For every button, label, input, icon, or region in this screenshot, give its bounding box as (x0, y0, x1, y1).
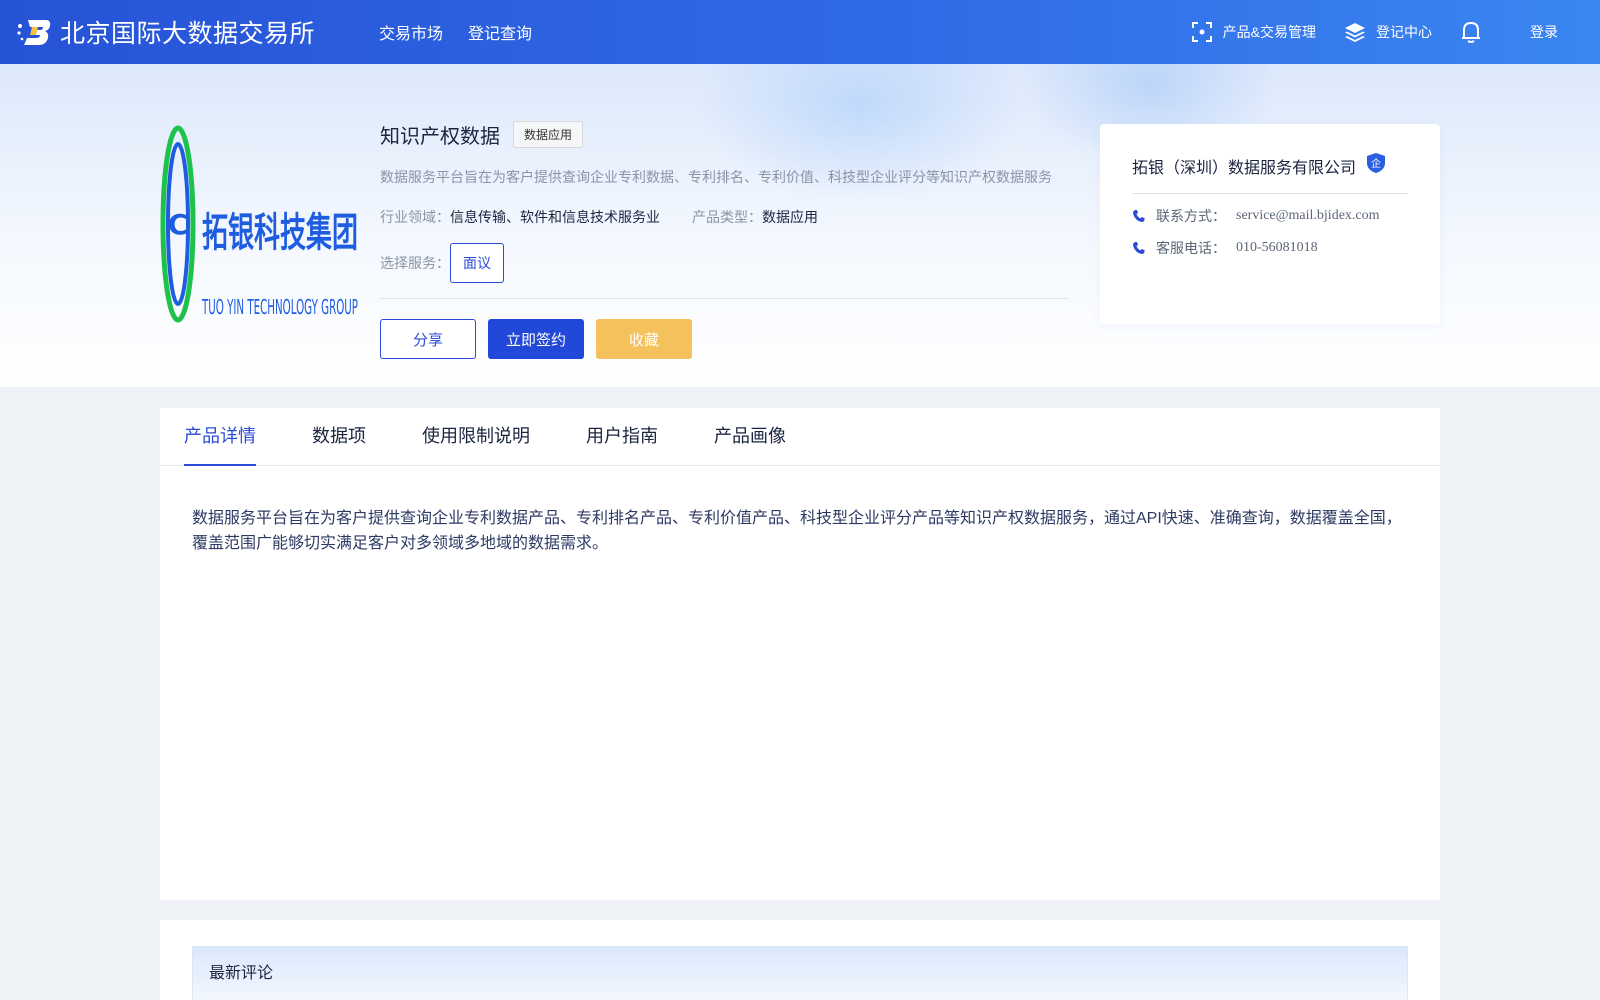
contact-label: 联系方式： (1156, 208, 1226, 224)
company-card: 拓银（深圳）数据服务有限公司 企 联系方式： service@mail.bjid… (1100, 124, 1440, 324)
product-meta: 行业领域： 信息传输、软件和信息技术服务业 产品类型： 数据应用 (380, 207, 1068, 227)
register-center-label: 登记中心 (1376, 24, 1432, 40)
type-value: 数据应用 (762, 209, 818, 225)
product-tag: 数据应用 (513, 121, 584, 148)
product-description: 数据服务平台旨在为客户提供查询企业专利数据、专利排名、专利价值、科技型企业评分等… (380, 169, 1052, 185)
svg-text:C: C (168, 208, 189, 241)
industry-label: 行业领域： (380, 209, 450, 225)
service-select: 选择服务： 面议 (380, 243, 1068, 283)
bell-icon (1462, 21, 1480, 43)
exchange-logo-icon (16, 16, 52, 48)
product-trade-mgmt-label: 产品&交易管理 (1222, 24, 1316, 40)
product-logo: C 拓银科技集团 TUO YIN TECHNOLOGY GROUP (160, 124, 360, 324)
favorite-button[interactable]: 收藏 (596, 319, 692, 359)
scan-focus-icon (1191, 22, 1212, 42)
enterprise-badge-text: 企 (1371, 157, 1381, 170)
product-title: 知识产权数据 (380, 126, 500, 148)
tab-usage-restrictions[interactable]: 使用限制说明 (422, 408, 530, 465)
main-nav: 交易市场 登记查询 (379, 20, 532, 44)
svg-text:TUO YIN TECHNOLOGY GROUP: TUO YIN TECHNOLOGY GROUP (201, 295, 358, 319)
divider (380, 298, 1068, 299)
phone-number: 010-56081018 (1236, 240, 1318, 255)
contact-email-row: 联系方式： service@mail.bjidex.com (1132, 206, 1408, 226)
industry-value: 信息传输、软件和信息技术服务业 (450, 209, 660, 225)
enterprise-badge-icon: 企 (1366, 152, 1386, 179)
company-name[interactable]: 拓银（深圳）数据服务有限公司 (1132, 154, 1356, 178)
contact-email[interactable]: service@mail.bjidex.com (1236, 208, 1380, 224)
register-center-link[interactable]: 登记中心 (1344, 21, 1432, 43)
nav-item-market[interactable]: 交易市场 (379, 20, 443, 44)
phone-icon (1133, 210, 1145, 222)
tab-user-guide[interactable]: 用户指南 (586, 408, 658, 465)
notification-button[interactable] (1460, 20, 1492, 44)
header-actions: 产品&交易管理 登记中心 登录 (1163, 20, 1558, 44)
share-button[interactable]: 分享 (380, 319, 476, 359)
comments-panel: 最新评论 (160, 920, 1440, 1000)
phone-label: 客服电话： (1156, 240, 1226, 256)
tab-product-profile[interactable]: 产品画像 (714, 408, 786, 465)
top-navbar: 北京国际大数据交易所 交易市场 登记查询 产品&交易管理 登记中心 登录 (0, 0, 1600, 64)
svg-text:拓银科技集团: 拓银科技集团 (202, 210, 358, 256)
tab-product-detail[interactable]: 产品详情 (184, 408, 256, 466)
sign-now-button[interactable]: 立即签约 (488, 319, 584, 359)
detail-panel: 产品详情 数据项 使用限制说明 用户指南 产品画像 数据服务平台旨在为客户提供查… (160, 408, 1440, 900)
tab-data-items[interactable]: 数据项 (312, 408, 366, 465)
phone-icon (1133, 242, 1145, 254)
product-actions: 分享 立即签约 收藏 (380, 319, 1068, 359)
company-divider (1132, 193, 1408, 194)
product-detail-text: 数据服务平台旨在为客户提供查询企业专利数据产品、专利排名产品、专利价值产品、科技… (192, 510, 1402, 552)
contact-phone-row: 客服电话： 010-56081018 (1132, 238, 1408, 258)
login-link[interactable]: 登录 (1530, 22, 1558, 42)
service-label: 选择服务： (380, 255, 450, 271)
comments-title: 最新评论 (192, 946, 1408, 1000)
brand[interactable]: 北京国际大数据交易所 (16, 14, 315, 50)
nav-item-register-query[interactable]: 登记查询 (468, 20, 532, 44)
type-label: 产品类型： (692, 209, 762, 225)
layers-icon (1345, 23, 1365, 42)
product-trade-mgmt-link[interactable]: 产品&交易管理 (1191, 21, 1316, 43)
service-option-negotiable[interactable]: 面议 (450, 243, 504, 283)
product-info: 知识产权数据 数据应用 数据服务平台旨在为客户提供查询企业专利数据、专利排名、专… (380, 120, 1068, 359)
brand-title: 北京国际大数据交易所 (60, 20, 316, 48)
detail-tabs: 产品详情 数据项 使用限制说明 用户指南 产品画像 (160, 408, 1440, 466)
